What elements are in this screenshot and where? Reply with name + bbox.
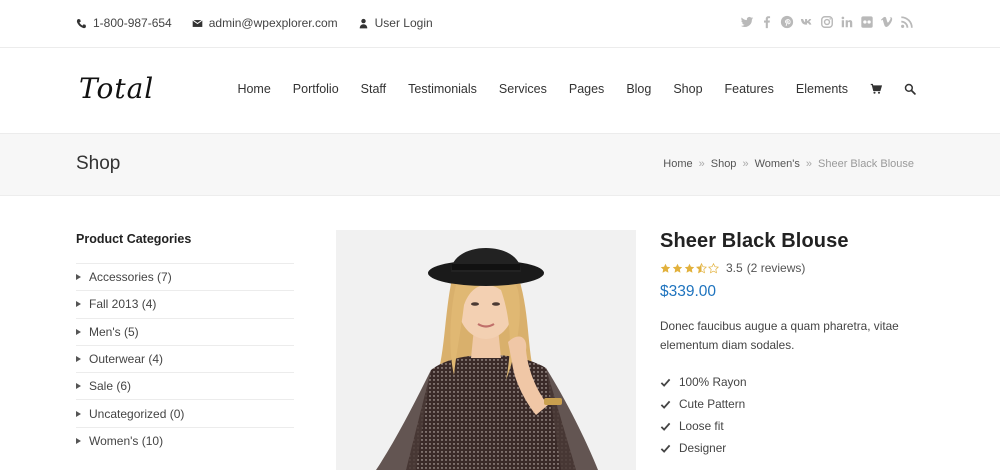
rss-icon[interactable] — [900, 15, 914, 29]
phone-item: 1-800-987-654 — [76, 16, 172, 30]
product-description: Donec faucibus augue a quam pharetra, vi… — [660, 319, 899, 352]
nav-shop[interactable]: Shop — [673, 82, 702, 96]
breadcrumb-womens[interactable]: Women's — [755, 158, 800, 170]
feature-item: 100% Rayon — [660, 371, 925, 393]
nav-testimonials[interactable]: Testimonials — [408, 82, 477, 96]
category-label[interactable]: Accessories (7) — [89, 270, 172, 284]
review-count[interactable]: (2 reviews) — [747, 261, 806, 275]
category-label[interactable]: Sale (6) — [89, 379, 131, 393]
category-label[interactable]: Women's (10) — [89, 434, 163, 448]
product-photo-illustration — [336, 230, 636, 470]
star-empty-icon — [708, 262, 719, 273]
phone-number: 1-800-987-654 — [93, 16, 172, 30]
breadcrumb-separator: » — [742, 158, 749, 170]
page-header: Shop Home » Shop » Women's » Sheer Black… — [0, 134, 1000, 196]
feature-label: Loose fit — [679, 419, 724, 433]
star-full-icon — [660, 263, 671, 273]
caret-right-icon — [76, 274, 81, 281]
sidebar-heading: Product Categories — [76, 232, 192, 246]
user-login-link[interactable]: User Login — [375, 16, 433, 30]
nav-staff[interactable]: Staff — [361, 82, 386, 96]
product-price: $339.00 — [660, 283, 717, 300]
top-bar: 1-800-987-654 admin@wpexplorer.com User … — [0, 0, 1000, 48]
login-item[interactable]: User Login — [358, 16, 433, 30]
breadcrumb-separator: » — [805, 158, 812, 170]
nav-features[interactable]: Features — [725, 82, 774, 96]
breadcrumb: Home » Shop » Women's » Sheer Black Blou… — [663, 158, 914, 170]
nav-blog[interactable]: Blog — [626, 82, 651, 96]
product-features: 100% Rayon Cute Pattern Loose fit Design… — [660, 371, 925, 459]
category-label[interactable]: Uncategorized (0) — [89, 407, 184, 421]
sidebar: Product Categories Accessories (7) Fall … — [76, 232, 294, 454]
cart-icon[interactable] — [870, 83, 882, 95]
caret-right-icon — [76, 383, 81, 390]
caret-right-icon — [76, 356, 81, 363]
vimeo-icon[interactable] — [880, 15, 894, 29]
category-item-sale[interactable]: Sale (6) — [76, 372, 294, 399]
feature-item: Loose fit — [660, 415, 925, 437]
caret-right-icon — [76, 328, 81, 335]
feature-item: Designer — [660, 437, 925, 459]
nav-home[interactable]: Home — [237, 82, 270, 96]
caret-right-icon — [76, 437, 81, 444]
envelope-icon — [192, 19, 203, 27]
facebook-icon[interactable] — [760, 15, 774, 29]
product-image[interactable] — [336, 230, 636, 470]
vk-icon[interactable] — [800, 15, 814, 29]
social-links — [734, 15, 914, 29]
check-icon — [660, 422, 671, 431]
flickr-icon[interactable] — [860, 15, 874, 29]
pinterest-icon[interactable] — [780, 15, 794, 29]
nav-services[interactable]: Services — [499, 82, 547, 96]
contact-info: 1-800-987-654 admin@wpexplorer.com User … — [76, 16, 453, 30]
twitter-icon[interactable] — [740, 15, 754, 29]
nav-elements[interactable]: Elements — [796, 82, 848, 96]
category-item-uncategorized[interactable]: Uncategorized (0) — [76, 399, 294, 426]
instagram-icon[interactable] — [820, 15, 834, 29]
main-nav: Home Portfolio Staff Testimonials Servic… — [215, 82, 916, 96]
category-item-outerwear[interactable]: Outerwear (4) — [76, 344, 294, 372]
category-label[interactable]: Men's (5) — [89, 325, 139, 339]
feature-item: Cute Pattern — [660, 393, 925, 415]
breadcrumb-current: Sheer Black Blouse — [818, 158, 914, 170]
category-item-womens[interactable]: Women's (10) — [76, 426, 294, 454]
category-item-fall-2013[interactable]: Fall 2013 (4) — [76, 290, 294, 317]
category-item-mens[interactable]: Men's (5) — [76, 317, 294, 345]
check-icon — [660, 400, 671, 409]
feature-label: Cute Pattern — [679, 397, 746, 411]
site-logo[interactable]: Total — [79, 72, 154, 105]
linkedin-icon[interactable] — [840, 15, 854, 29]
user-icon — [359, 18, 367, 28]
phone-icon — [76, 18, 86, 28]
caret-right-icon — [76, 301, 81, 308]
caret-right-icon — [76, 410, 81, 417]
breadcrumb-separator: » — [698, 158, 705, 170]
star-full-icon — [672, 263, 683, 273]
product-title: Sheer Black Blouse — [660, 230, 849, 252]
email-item[interactable]: admin@wpexplorer.com — [192, 16, 338, 30]
star-half-icon — [696, 262, 707, 273]
product-summary: Sheer Black Blouse 3.5 (2 reviews) $339.… — [660, 230, 925, 459]
site-header: Total Home Portfolio Staff Testimonials … — [0, 48, 1000, 134]
star-full-icon — [684, 263, 695, 273]
rating-value: 3.5 — [726, 261, 743, 275]
product-rating[interactable]: 3.5 (2 reviews) — [660, 261, 925, 275]
breadcrumb-shop[interactable]: Shop — [711, 158, 737, 170]
search-icon[interactable] — [904, 83, 916, 95]
feature-label: Designer — [679, 441, 727, 455]
category-item-accessories[interactable]: Accessories (7) — [76, 263, 294, 290]
feature-label: 100% Rayon — [679, 375, 747, 389]
category-label[interactable]: Fall 2013 (4) — [89, 297, 156, 311]
email-link[interactable]: admin@wpexplorer.com — [209, 16, 338, 30]
check-icon — [660, 378, 671, 387]
nav-pages[interactable]: Pages — [569, 82, 604, 96]
category-label[interactable]: Outerwear (4) — [89, 352, 163, 366]
nav-portfolio[interactable]: Portfolio — [293, 82, 339, 96]
check-icon — [660, 444, 671, 453]
page-title: Shop — [76, 153, 121, 174]
star-rating — [660, 262, 720, 274]
breadcrumb-home[interactable]: Home — [663, 158, 692, 170]
